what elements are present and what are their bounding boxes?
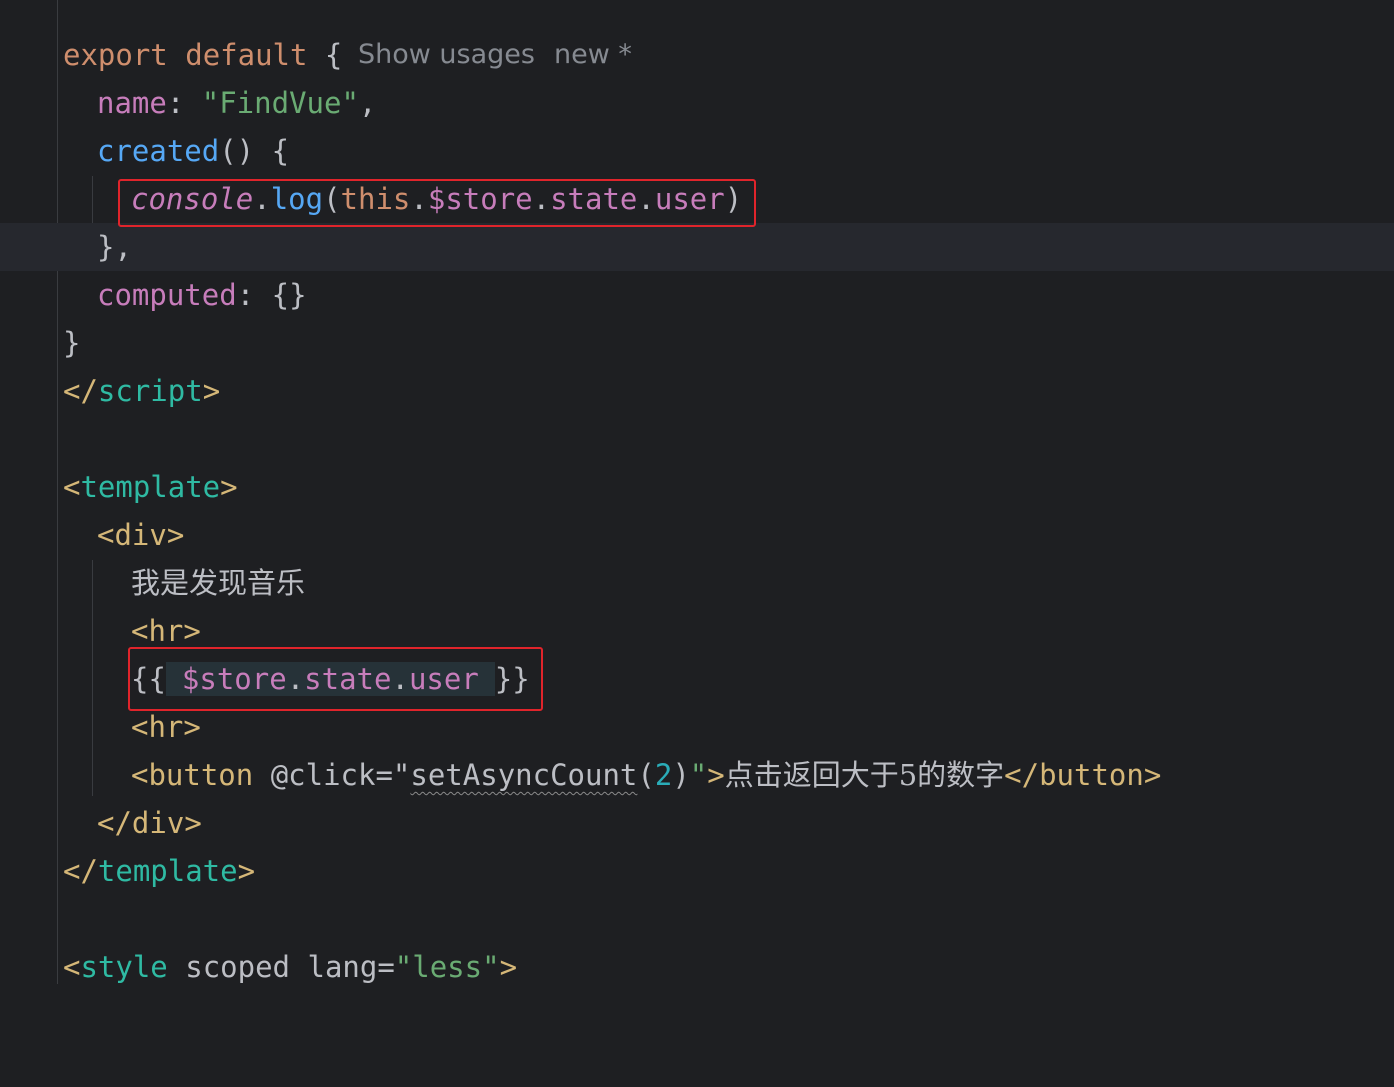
template-tag-name: template [97,854,238,888]
div-tag-name: div [131,806,185,840]
code-line-hr[interactable]: <hr> [0,607,1394,655]
lang-value: "less" [394,950,500,984]
style-tag-name: style [80,950,168,984]
user-ref: user [408,662,479,696]
code-line-console-log[interactable]: console.log(this.$store.state.user) [0,175,1394,223]
mustache-open: {{ [131,662,166,696]
code-line-button[interactable]: <button @click="setAsyncCount(2)">点击返回大于… [0,751,1394,799]
computed-value: {} [271,278,307,312]
template-tag-name: template [80,470,221,504]
lang-attr: lang [307,950,378,984]
code-line-computed[interactable]: computed: {} [0,271,1394,319]
computed-key: computed [97,278,237,312]
handler-function: setAsyncCount [410,758,638,792]
code-line-created[interactable]: created() { [0,127,1394,175]
code-line-div-open[interactable]: <div> [0,511,1394,559]
code-line-mustache[interactable]: {{$store.state.user}} [0,655,1394,703]
code-line-static-text[interactable]: 我是发现音乐 [0,559,1394,607]
code-editor[interactable]: export default { Show usages new * name:… [0,0,1394,984]
console-object: console [131,182,254,216]
button-text: 点击返回大于5的数字 [724,758,1005,792]
new-marker: new * [554,39,632,70]
name-key: name [97,86,167,120]
code-line-script-close[interactable]: </script> [0,367,1394,415]
code-line-template-close[interactable]: </template> [0,847,1394,895]
mustache-close: }} [494,662,530,696]
button-tag-name: button [148,758,254,792]
store-ref: $store [427,182,533,216]
user-ref: user [654,182,725,216]
code-line-template-open[interactable]: <template> [0,463,1394,511]
static-text: 我是发现音乐 [131,566,306,600]
code-line-close-export[interactable]: } [0,319,1394,367]
script-tag-name: script [97,374,203,408]
hr-tag-name: hr [148,614,184,648]
created-function: created [97,134,220,168]
state-ref: state [550,182,638,216]
default-keyword: default [185,38,308,72]
name-value: "FindVue" [201,86,359,120]
click-attr: @click [270,758,376,792]
handler-arg: 2 [654,758,673,792]
hr-tag-name: hr [148,710,184,744]
code-line-hr-2[interactable]: <hr> [0,703,1394,751]
state-ref: state [304,662,392,696]
code-line-div-close[interactable]: </div> [0,799,1394,847]
this-keyword: this [340,182,411,216]
scoped-attr: scoped [185,950,291,984]
open-brace: { [324,38,343,72]
show-usages-link[interactable]: Show usages [358,31,535,79]
div-tag-name: div [114,518,167,552]
close-created-brace: }, [97,230,132,264]
close-export-brace: } [63,326,81,360]
store-ref: $store [181,662,287,696]
button-tag-name: button [1039,758,1144,792]
code-line-close-created[interactable]: }, [0,223,1394,271]
code-line-name[interactable]: name: "FindVue", [0,79,1394,127]
export-keyword: export [63,38,168,72]
log-method: log [270,182,324,216]
code-line-export[interactable]: export default { Show usages new * [0,31,1394,79]
